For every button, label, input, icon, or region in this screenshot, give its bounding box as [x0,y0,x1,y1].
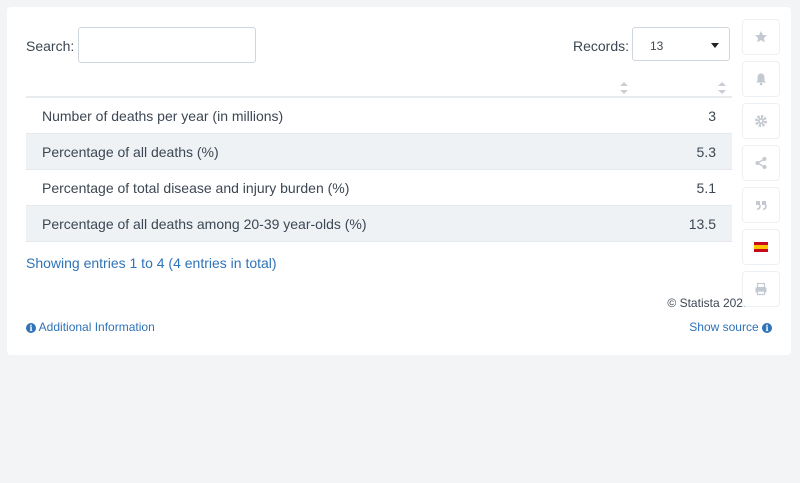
caret-down-icon [711,43,719,48]
copyright-text: © Statista 2021 [667,296,750,310]
show-source-label: Show source [689,320,759,334]
sort-icon[interactable] [620,82,628,94]
additional-information-label: Additional Information [38,320,155,334]
star-icon [755,31,767,43]
gear-icon [755,115,767,127]
row-label: Number of deaths per year (in millions) [42,108,284,124]
row-label: Percentage of total disease and injury b… [42,180,350,196]
records-selected-value: 13 [650,39,664,53]
show-source-link[interactable]: Show source i [689,320,772,334]
search-input[interactable] [78,27,256,63]
table-row: Percentage of all deaths among 20-39 yea… [26,206,732,242]
row-value: 5.3 [696,144,716,160]
table-row: Percentage of all deaths (%) 5.3 [26,134,732,170]
table-header [26,78,732,98]
table-row: Number of deaths per year (in millions) … [26,98,732,134]
sort-icon[interactable] [718,82,726,94]
share-icon [755,157,767,169]
favorite-button[interactable] [743,20,779,54]
language-button[interactable] [743,230,779,264]
cite-button[interactable] [743,188,779,222]
notification-button[interactable] [743,62,779,96]
info-icon: i [26,323,36,333]
quote-icon [756,201,767,211]
share-button[interactable] [743,146,779,180]
entries-info: Showing entries 1 to 4 (4 entries in tot… [26,255,277,271]
row-value: 13.5 [688,216,716,232]
print-button[interactable] [743,272,779,306]
table-row: Percentage of total disease and injury b… [26,170,732,206]
search-label: Search: [26,38,75,54]
records-label: Records: [573,38,630,54]
bell-icon [756,73,766,86]
additional-information-link[interactable]: i Additional Information [26,320,155,334]
row-value: 3 [708,108,716,124]
data-table: Number of deaths per year (in millions) … [26,78,732,242]
sidebar-toolbar [743,20,779,314]
statistic-card: Search: Records: 13 Number of deaths per… [7,7,791,355]
settings-button[interactable] [743,104,779,138]
row-label: Percentage of all deaths among 20-39 yea… [42,216,367,232]
row-value: 5.1 [696,180,716,196]
row-label: Percentage of all deaths (%) [42,144,219,160]
info-icon: i [762,323,772,333]
spanish-flag-icon [754,242,768,252]
records-select[interactable]: 13 [632,27,730,61]
print-icon [755,282,767,296]
